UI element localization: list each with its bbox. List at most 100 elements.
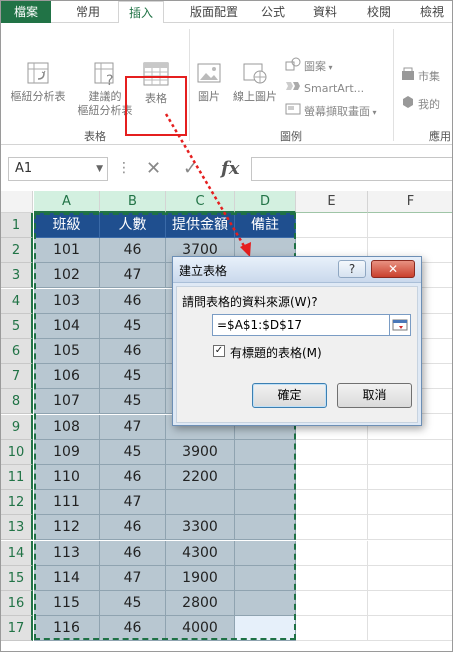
table-header-cell[interactable]: 班級 (34, 213, 100, 238)
empty-cell[interactable] (296, 490, 368, 516)
row-header[interactable]: 8 (1, 389, 33, 415)
table-cell[interactable]: 47 (100, 263, 166, 289)
screenshot-button[interactable]: 螢幕擷取畫面 ▾ (285, 102, 377, 120)
table-cell[interactable]: 45 (100, 439, 166, 465)
smartart-button[interactable]: SmartArt... (285, 79, 364, 97)
tab-home[interactable]: 常用 (65, 1, 111, 23)
column-header-c[interactable]: C (166, 191, 235, 213)
table-cell[interactable]: 46 (100, 515, 166, 541)
table-cell[interactable]: 114 (34, 565, 100, 591)
table-cell[interactable]: 109 (34, 439, 100, 465)
table-cell[interactable]: 2800 (166, 591, 235, 616)
table-cell[interactable]: 102 (34, 263, 100, 289)
table-cell[interactable]: 107 (34, 389, 100, 415)
table-cell[interactable]: 45 (100, 313, 166, 339)
column-header-a[interactable]: A (34, 191, 100, 213)
table-cell[interactable] (235, 515, 296, 541)
picture-button[interactable]: 圖片 (191, 59, 227, 104)
table-cell[interactable]: 116 (34, 616, 100, 642)
table-cell[interactable]: 4300 (166, 540, 235, 566)
empty-cell[interactable] (368, 616, 452, 642)
table-cell[interactable]: 101 (34, 238, 100, 264)
ok-button[interactable]: 確定 (252, 383, 327, 408)
table-cell[interactable] (235, 565, 296, 591)
empty-cell[interactable] (368, 540, 452, 566)
tab-formulas[interactable]: 公式 (253, 1, 293, 23)
help-button[interactable]: ? (338, 260, 366, 278)
empty-cell[interactable] (296, 540, 368, 566)
row-header[interactable]: 10 (1, 439, 33, 465)
table-cell[interactable]: 47 (100, 414, 166, 440)
close-button[interactable]: ✕ (371, 260, 415, 278)
shapes-button[interactable]: 圖案 ▾ (285, 57, 333, 75)
row-header[interactable]: 3 (1, 263, 33, 289)
table-cell[interactable] (235, 465, 296, 490)
tab-view[interactable]: 檢視 (412, 1, 452, 23)
table-cell[interactable]: 46 (100, 465, 166, 490)
table-cell[interactable]: 3300 (166, 515, 235, 541)
table-header-cell[interactable]: 人數 (100, 213, 166, 238)
select-all-corner[interactable] (1, 191, 33, 213)
range-picker-button[interactable] (389, 314, 411, 336)
empty-cell[interactable] (296, 565, 368, 591)
empty-cell[interactable] (296, 465, 368, 490)
table-cell[interactable]: 46 (100, 339, 166, 364)
online-picture-button[interactable]: 線上圖片 (227, 59, 283, 104)
store-button[interactable]: 市集 (401, 67, 440, 85)
table-cell[interactable]: 108 (34, 414, 100, 440)
table-cell[interactable]: 2200 (166, 465, 235, 490)
table-cell[interactable]: 46 (100, 288, 166, 314)
table-cell[interactable]: 46 (100, 616, 166, 642)
formula-input[interactable] (251, 157, 452, 181)
table-cell[interactable]: 45 (100, 364, 166, 390)
table-cell[interactable]: 115 (34, 591, 100, 616)
table-cell[interactable]: 113 (34, 540, 100, 566)
tab-page-layout[interactable]: 版面配置 (181, 1, 247, 23)
cancel-entry-icon[interactable]: ✕ (146, 157, 161, 181)
empty-cell[interactable] (368, 465, 452, 490)
table-cell[interactable]: 110 (34, 465, 100, 490)
table-cell[interactable] (235, 591, 296, 616)
table-cell[interactable]: 45 (100, 591, 166, 616)
table-cell[interactable]: 4000 (166, 616, 235, 642)
column-header-b[interactable]: B (100, 191, 166, 213)
has-headers-label[interactable]: 有標題的表格(M) (230, 344, 322, 361)
name-box[interactable]: A1 ▼ (8, 157, 108, 181)
pivot-table-button[interactable]: 樞紐分析表 (5, 59, 71, 104)
row-header[interactable]: 5 (1, 313, 33, 339)
empty-cell[interactable] (368, 591, 452, 616)
range-input[interactable]: =$A$1:$D$17 (212, 314, 390, 336)
empty-cell[interactable] (296, 616, 368, 642)
table-cell[interactable]: 104 (34, 313, 100, 339)
table-cell[interactable]: 1900 (166, 565, 235, 591)
row-header[interactable]: 11 (1, 465, 33, 490)
empty-cell[interactable] (296, 213, 368, 238)
table-cell[interactable]: 46 (100, 238, 166, 264)
table-cell[interactable] (235, 439, 296, 465)
empty-cell[interactable] (368, 565, 452, 591)
cancel-button[interactable]: 取消 (337, 383, 412, 408)
has-headers-checkbox[interactable]: ✓ (213, 345, 225, 357)
empty-cell[interactable] (368, 439, 452, 465)
empty-cell[interactable] (296, 439, 368, 465)
table-cell[interactable]: 47 (100, 490, 166, 516)
row-header[interactable]: 6 (1, 339, 33, 364)
row-header[interactable]: 2 (1, 238, 33, 264)
row-header[interactable]: 14 (1, 540, 33, 566)
column-header-d[interactable]: D (235, 191, 296, 213)
more-icon[interactable]: ⋮ (117, 160, 131, 176)
table-cell[interactable]: 3900 (166, 439, 235, 465)
empty-cell[interactable] (296, 591, 368, 616)
row-header[interactable]: 13 (1, 515, 33, 541)
table-cell[interactable]: 112 (34, 515, 100, 541)
row-header[interactable]: 16 (1, 591, 33, 616)
table-cell[interactable]: 45 (100, 389, 166, 415)
chevron-down-icon[interactable]: ▼ (96, 158, 103, 180)
insert-function-icon[interactable]: fx (221, 157, 239, 181)
column-header-f[interactable]: F (368, 191, 452, 213)
column-header-e[interactable]: E (296, 191, 368, 213)
table-cell[interactable] (235, 490, 296, 516)
empty-cell[interactable] (368, 490, 452, 516)
tab-data[interactable]: 資料 (305, 1, 345, 23)
empty-cell[interactable] (368, 515, 452, 541)
